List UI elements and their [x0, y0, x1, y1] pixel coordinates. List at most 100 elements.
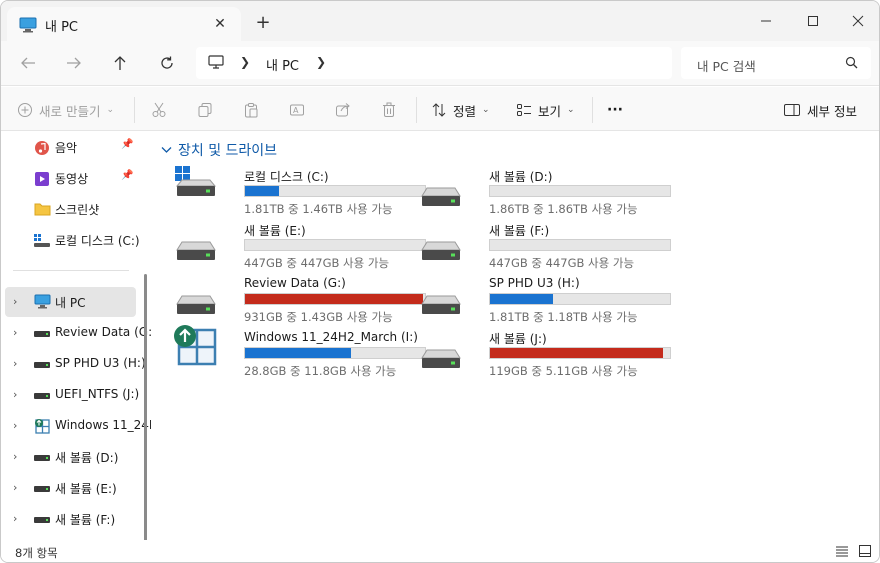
- drive-tile[interactable]: 새 볼륨 (D:) 1.86TB 중 1.86TB 사용 가능: [418, 166, 671, 216]
- sidebar-item-volume-f[interactable]: › 새 볼륨 (F:): [1, 504, 139, 534]
- sidebar-item-label: SP PHD U3 (H:): [55, 356, 146, 370]
- divider: [416, 97, 417, 123]
- navigation-pane: 음악 📌 동영상 📌 스크린샷 로컬 디스크 (C:) › 내 PC › Rev…: [1, 132, 151, 540]
- rename-icon[interactable]: A: [289, 99, 305, 121]
- details-button[interactable]: 세부 정보: [783, 99, 857, 121]
- pin-icon[interactable]: 📌: [121, 170, 133, 181]
- sidebar-item-volume-e[interactable]: › 새 볼륨 (E:): [1, 473, 139, 503]
- sidebar-item-label: 스크린샷: [55, 203, 100, 217]
- large-icons-view-icon[interactable]: [858, 544, 874, 560]
- divider: [134, 97, 135, 123]
- minimize-icon[interactable]: [743, 7, 789, 35]
- chevron-right-icon[interactable]: ›: [13, 357, 23, 370]
- refresh-icon[interactable]: [153, 51, 181, 75]
- pin-icon[interactable]: 📌: [121, 139, 133, 150]
- paste-icon[interactable]: [243, 99, 259, 121]
- up-arrow-icon[interactable]: [106, 51, 134, 75]
- chevron-down-icon[interactable]: [161, 142, 172, 158]
- details-view-icon[interactable]: [835, 544, 851, 560]
- sidebar-item-label: Windows 11_24H2_March (I:): [55, 418, 151, 432]
- drive-usage-bar: [489, 185, 671, 197]
- search-icon: [845, 56, 858, 72]
- details-label: 세부 정보: [807, 103, 857, 119]
- back-arrow-icon[interactable]: [14, 51, 42, 75]
- drive-usage-bar: [489, 347, 671, 359]
- sidebar-item-screenshots[interactable]: 스크린샷: [1, 194, 139, 224]
- drive-icon: [34, 390, 50, 404]
- drive-tile[interactable]: 새 볼륨 (J:) 119GB 중 5.11GB 사용 가능: [418, 328, 671, 378]
- sidebar-item-music[interactable]: 음악 📌: [1, 132, 139, 162]
- group-header-devices[interactable]: 장치 및 드라이브: [161, 140, 277, 160]
- drive-free-space: 1.81TB 중 1.46TB 사용 가능: [244, 202, 393, 216]
- sidebar-item-uefi-ntfs-j[interactable]: › UEFI_NTFS (J:): [1, 380, 139, 410]
- new-tab-icon[interactable]: +: [251, 13, 275, 33]
- sort-icon: [432, 103, 446, 117]
- sidebar-item-label: 음악: [55, 141, 78, 155]
- chevron-right-icon[interactable]: ›: [13, 326, 23, 339]
- chevron-right-icon[interactable]: ❯: [316, 55, 326, 69]
- content-area: 장치 및 드라이브 로컬 디스크 (C:) 1.81TB 중 1.46TB 사용 …: [153, 132, 879, 540]
- drive-name: SP PHD U3 (H:): [489, 276, 580, 290]
- drive-usage-bar: [489, 293, 671, 305]
- forward-arrow-icon[interactable]: [60, 51, 88, 75]
- chevron-right-icon[interactable]: ›: [13, 481, 23, 494]
- svg-text:A: A: [293, 106, 299, 115]
- delete-icon[interactable]: [381, 99, 397, 121]
- drive-tile[interactable]: Windows 11_24H2_March (I:) 28.8GB 중 11.8G…: [173, 325, 426, 378]
- more-options-button[interactable]: ···: [607, 99, 623, 121]
- copy-icon[interactable]: [197, 99, 213, 121]
- sidebar-divider: [13, 270, 129, 271]
- close-window-icon[interactable]: [835, 7, 879, 35]
- install-drive-icon: [173, 324, 219, 366]
- new-button-label: 새로 만들기: [39, 103, 101, 119]
- chevron-right-icon[interactable]: ❯: [240, 55, 250, 69]
- new-button[interactable]: 새로 만들기 ⌄: [17, 99, 114, 121]
- drive-icon: [34, 359, 50, 373]
- drive-name: 새 볼륨 (J:): [489, 332, 547, 346]
- sidebar-item-videos[interactable]: 동영상 📌: [1, 163, 139, 193]
- chevron-right-icon[interactable]: ›: [13, 450, 23, 463]
- view-button[interactable]: 보기 ⌄: [516, 99, 575, 121]
- drive-free-space: 931GB 중 1.43GB 사용 가능: [244, 310, 393, 324]
- drive-tile[interactable]: SP PHD U3 (H:) 1.81TB 중 1.18TB 사용 가능: [418, 274, 671, 324]
- sidebar-item-local-disk-c[interactable]: 로컬 디스크 (C:): [1, 225, 140, 255]
- search-box[interactable]: 내 PC 검색: [681, 47, 871, 79]
- drive-tile[interactable]: 새 볼륨 (F:) 447GB 중 447GB 사용 가능: [418, 220, 671, 270]
- music-icon: [34, 140, 50, 159]
- drive-usage-bar: [244, 293, 426, 305]
- chevron-right-icon[interactable]: ›: [13, 295, 23, 308]
- sidebar-item-windows-install-i[interactable]: › Windows 11_24H2_March (I:): [1, 411, 151, 441]
- share-icon[interactable]: [335, 99, 351, 121]
- tab-this-pc[interactable]: 내 PC ✕: [7, 7, 241, 41]
- sidebar-item-volume-d[interactable]: › 새 볼륨 (D:): [1, 442, 139, 472]
- sidebar-scrollbar[interactable]: [144, 274, 147, 540]
- sidebar-item-sp-phd-h[interactable]: › SP PHD U3 (H:): [1, 349, 146, 379]
- drive-tile[interactable]: 새 볼륨 (E:) 447GB 중 447GB 사용 가능: [173, 220, 426, 270]
- chevron-right-icon[interactable]: ›: [13, 512, 23, 525]
- status-bar: 8개 항목: [1, 540, 879, 562]
- cut-icon[interactable]: [151, 99, 167, 121]
- sidebar-item-review-data-g[interactable]: › Review Data (G:): [1, 318, 151, 348]
- drive-tile[interactable]: 로컬 디스크 (C:) 1.81TB 중 1.46TB 사용 가능: [173, 166, 426, 216]
- drive-icon: [173, 232, 219, 272]
- address-bar[interactable]: ❯ 내 PC ❯: [196, 47, 672, 79]
- drive-tile[interactable]: Review Data (G:) 931GB 중 1.43GB 사용 가능: [173, 274, 426, 324]
- drive-free-space: 28.8GB 중 11.8GB 사용 가능: [244, 364, 397, 378]
- chevron-right-icon[interactable]: ›: [13, 419, 23, 432]
- chevron-right-icon[interactable]: ›: [13, 388, 23, 401]
- drive-usage-fill: [490, 294, 553, 304]
- sidebar-item-this-pc[interactable]: › 내 PC: [5, 287, 136, 317]
- search-input[interactable]: 내 PC 검색: [697, 56, 756, 75]
- sidebar-item-label: 로컬 디스크 (C:): [55, 234, 140, 248]
- drive-name: 새 볼륨 (D:): [489, 170, 553, 184]
- breadcrumb-this-pc[interactable]: 내 PC: [266, 55, 299, 74]
- sort-button[interactable]: 정렬 ⌄: [431, 99, 490, 121]
- folder-icon: [34, 202, 51, 219]
- sidebar-item-label: 동영상: [55, 172, 89, 186]
- maximize-icon[interactable]: [790, 7, 836, 35]
- close-tab-icon[interactable]: ✕: [210, 15, 230, 33]
- chevron-down-icon: ⌄: [567, 105, 575, 115]
- title-bar: 내 PC ✕ +: [1, 1, 879, 41]
- tab-title: 내 PC: [45, 20, 79, 35]
- chevron-down-icon: ⌄: [106, 105, 115, 115]
